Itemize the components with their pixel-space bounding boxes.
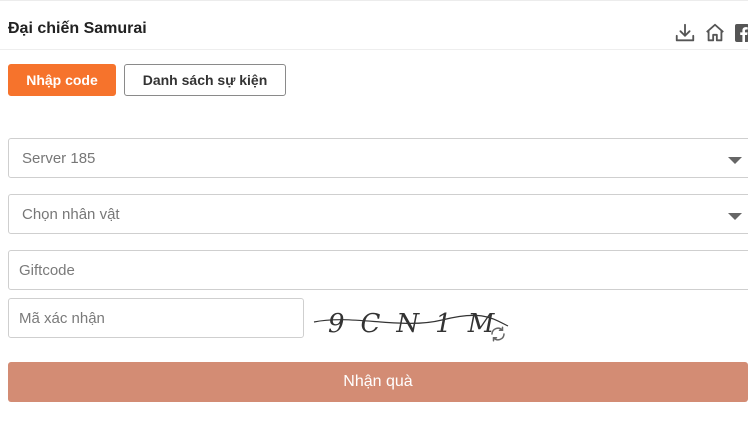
download-icon[interactable] [674,22,696,44]
home-icon[interactable] [704,22,726,44]
refresh-icon[interactable] [489,325,507,343]
server-select[interactable]: Server 185 [8,138,748,178]
page-title: Đại chiến Samurai [8,20,147,37]
server-select-value: Server 185 [22,149,96,167]
captcha-image: 9CN1M [312,300,512,346]
submit-button[interactable]: Nhận quà [8,362,748,402]
chevron-down-icon [728,157,742,164]
character-select-value: Chọn nhân vật [22,205,120,223]
tab-nhap-code[interactable]: Nhập code [8,64,116,96]
captcha-text: 9CN1M [328,309,510,339]
captcha-input[interactable] [8,298,304,338]
character-select[interactable]: Chọn nhân vật [8,194,748,234]
tab-danh-sach-su-kien[interactable]: Danh sách sự kiện [124,64,286,96]
header-bar: Đại chiến Samurai [0,1,748,50]
giftcode-input[interactable] [8,250,748,290]
facebook-icon[interactable] [735,22,748,44]
chevron-down-icon [728,213,742,220]
